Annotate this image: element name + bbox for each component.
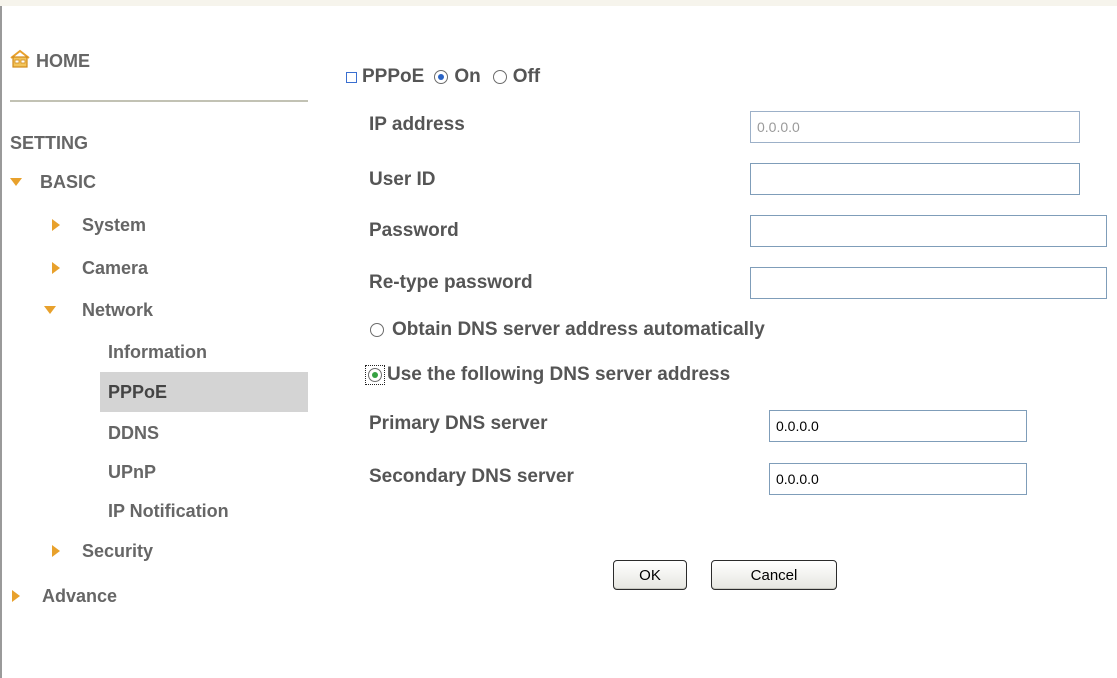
sidebar-item-label: System: [82, 214, 147, 235]
home-label: HOME: [36, 50, 90, 71]
pppoe-title: PPPoE: [362, 66, 425, 87]
password-input[interactable]: [750, 215, 1107, 247]
primary-dns-label: Primary DNS server: [369, 413, 548, 434]
dns-manual-focus: [365, 365, 385, 385]
retype-password-input[interactable]: [750, 267, 1107, 299]
triangle-right-icon: [50, 545, 62, 557]
sidebar-item-label: Information: [108, 341, 207, 362]
dns-manual-row: Use the following DNS server address: [365, 364, 730, 386]
pppoe-settings-form: PPPoE On Off IP address User ID Password…: [310, 6, 1117, 678]
ip-address-label: IP address: [369, 114, 465, 135]
pppoe-off-label: Off: [512, 66, 541, 87]
dns-auto-row: Obtain DNS server address automatically: [370, 319, 765, 341]
pppoe-on-radio[interactable]: [434, 70, 449, 84]
sidebar-item-camera[interactable]: Camera: [50, 251, 148, 285]
home-icon: [10, 49, 30, 74]
sidebar-item-label: DDNS: [108, 422, 160, 443]
retype-password-label: Re-type password: [369, 272, 533, 293]
sidebar-item-label: UPnP: [108, 461, 157, 482]
pppoe-on-label: On: [454, 66, 481, 87]
user-id-input[interactable]: [750, 163, 1080, 195]
home-link[interactable]: HOME: [10, 46, 90, 76]
dns-manual-radio[interactable]: [368, 368, 382, 382]
section-title-setting: SETTING: [10, 133, 89, 153]
home-divider: [10, 100, 308, 102]
ip-address-input[interactable]: [750, 111, 1080, 143]
sidebar-item-system[interactable]: System: [50, 208, 146, 242]
secondary-dns-input[interactable]: [769, 463, 1027, 495]
sidebar-item-label: Camera: [82, 257, 149, 278]
dns-auto-label: Obtain DNS server address automatically: [392, 319, 765, 340]
sidebar-item-security[interactable]: Security: [50, 534, 153, 568]
square-bullet-icon: [346, 71, 357, 83]
sidebar-item-label: Network: [82, 299, 154, 320]
user-id-label: User ID: [369, 169, 436, 190]
sidebar: HOME SETTING BASIC System Camera Network…: [2, 6, 308, 678]
dns-auto-radio[interactable]: [370, 323, 384, 337]
cancel-button[interactable]: Cancel: [711, 560, 837, 590]
triangle-right-icon: [50, 262, 62, 274]
sidebar-item-advance[interactable]: Advance: [10, 579, 117, 613]
sidebar-item-information[interactable]: Information: [108, 335, 207, 369]
sidebar-item-label: BASIC: [40, 171, 97, 192]
triangle-down-icon: [10, 176, 22, 188]
triangle-right-icon: [10, 590, 22, 602]
triangle-down-icon: [44, 304, 56, 316]
ok-button[interactable]: OK: [613, 560, 687, 590]
sidebar-item-basic[interactable]: BASIC: [10, 165, 96, 199]
primary-dns-input[interactable]: [769, 410, 1027, 442]
dns-manual-label: Use the following DNS server address: [387, 364, 731, 385]
secondary-dns-label: Secondary DNS server: [369, 466, 574, 487]
pppoe-toggle-row: PPPoE On Off: [346, 66, 540, 88]
sidebar-item-ddns[interactable]: DDNS: [108, 416, 159, 450]
sidebar-item-label: PPPoE: [108, 381, 168, 402]
sidebar-item-label: Advance: [42, 585, 118, 606]
sidebar-item-label: Security: [82, 540, 154, 561]
pppoe-off-radio[interactable]: [492, 70, 507, 84]
sidebar-item-label: IP Notification: [108, 500, 229, 521]
sidebar-item-ip-notification[interactable]: IP Notification: [108, 494, 229, 528]
triangle-right-icon: [50, 219, 62, 231]
sidebar-item-upnp[interactable]: UPnP: [108, 455, 156, 489]
password-label: Password: [369, 220, 459, 241]
sidebar-item-network[interactable]: Network: [44, 293, 153, 327]
sidebar-item-pppoe[interactable]: PPPoE: [100, 372, 308, 412]
